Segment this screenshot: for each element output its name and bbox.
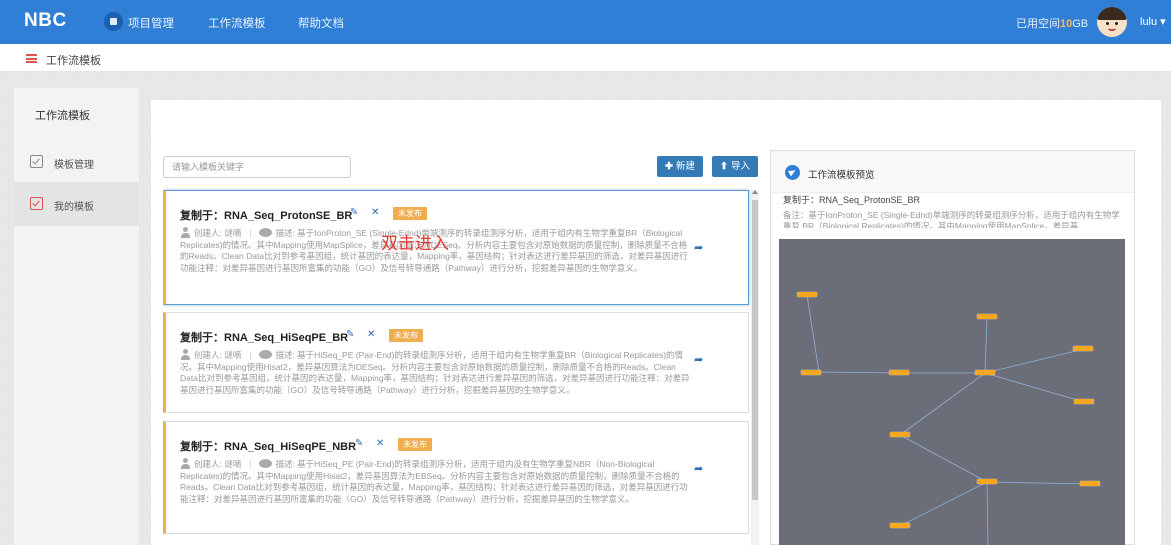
edit-icon[interactable]: ✎: [350, 207, 358, 218]
template-title: 复制于：RNA_Seq_HiSeqPE_BR: [180, 332, 349, 344]
sidebar-item-my-templates[interactable]: 我的模板: [14, 182, 139, 226]
template-description: 创建人: 谜嘀 | 描述: 基于HiSeq_PE (Pair-End)的转录组测序分…: [180, 458, 688, 504]
creator-label: 创建人: 谜嘀: [194, 459, 242, 469]
preview-title: 工作流模板预览: [808, 170, 875, 181]
user-avatar[interactable]: [1097, 7, 1127, 37]
template-card[interactable]: 复制于：RNA_Seq_HiSeqPE_NBR ✎ ✕ 未发布 创建人: 谜嘀 |…: [163, 421, 749, 534]
delete-icon[interactable]: ✕: [376, 438, 384, 449]
workflow-node[interactable]: [889, 370, 909, 375]
workflow-node[interactable]: [1074, 399, 1094, 404]
plus-icon: ✚: [665, 161, 673, 172]
storage-usage: 已用空间10GB: [1016, 18, 1089, 30]
template-card[interactable]: 复制于：RNA_Seq_ProtonSE_BR ✎ ✕ 未发布 创建人: 谜嘀 |…: [163, 190, 749, 305]
workflow-node[interactable]: [797, 292, 817, 297]
new-template-button[interactable]: ✚ 新建: [657, 156, 703, 177]
status-badge: 未发布: [393, 207, 427, 220]
sidebar-title: 工作流模板: [35, 110, 90, 122]
brand-logo[interactable]: NBC: [24, 10, 67, 32]
workflow-node[interactable]: [890, 523, 910, 528]
sidebar-item-label: 我的模板: [54, 202, 94, 213]
upload-icon: ⬆: [720, 161, 728, 172]
creator-label: 创建人: 谜嘀: [194, 350, 242, 360]
sidebar-item-template-management[interactable]: 模板管理: [14, 140, 139, 184]
edit-icon[interactable]: ✎: [355, 438, 363, 449]
comment-icon: [259, 350, 273, 359]
list-scrollbar[interactable]: [751, 190, 759, 545]
workflow-node[interactable]: [1080, 481, 1100, 486]
template-preview-panel: 工作流模板预览 复制于：RNA_Seq_ProtonSE_BR 备注：基于Ion…: [770, 150, 1135, 545]
share-icon[interactable]: ➦: [694, 353, 703, 366]
preview-note: 备注：基于IonProton_SE (Single-Ednd)单端测序的转录组测…: [783, 210, 1120, 228]
project-icon: [104, 12, 123, 31]
workflow-edges: [806, 294, 1091, 545]
description-text: 描述: 基于HiSeq_PE (Pair-End)的转录组测序分析，适用于组内没…: [180, 459, 688, 504]
status-badge: 未发布: [389, 329, 423, 342]
preview-copy-of: 复制于：RNA_Seq_ProtonSE_BR: [783, 195, 921, 205]
delete-icon[interactable]: ✕: [367, 329, 375, 340]
user-icon: [180, 458, 191, 469]
share-icon[interactable]: ➦: [694, 241, 703, 254]
workflow-node[interactable]: [977, 479, 997, 484]
template-title: 复制于：RNA_Seq_HiSeqPE_NBR: [180, 441, 357, 453]
workflow-node[interactable]: [890, 432, 910, 437]
workflow-node[interactable]: [975, 370, 995, 375]
delete-icon[interactable]: ✕: [371, 207, 379, 218]
share-icon[interactable]: ➦: [694, 462, 703, 475]
breadcrumb-current: 工作流模板: [46, 55, 101, 67]
template-card[interactable]: 复制于：RNA_Seq_HiSeqPE_BR ✎ ✕ 未发布 创建人: 谜嘀 | 描…: [163, 312, 749, 413]
workflow-node[interactable]: [801, 370, 821, 375]
checkbox-icon: [30, 155, 43, 168]
workflow-graph-canvas[interactable]: [779, 239, 1125, 545]
creator-label: 创建人: 谜嘀: [194, 228, 242, 238]
template-search-input[interactable]: [163, 156, 351, 178]
scroll-up-arrow-icon[interactable]: [752, 190, 758, 194]
user-icon: [180, 349, 191, 360]
double-click-hint: 双击进入: [381, 234, 449, 254]
import-button[interactable]: ⬆ 导入: [712, 156, 758, 177]
edit-icon[interactable]: ✎: [346, 329, 354, 340]
nav-help-docs[interactable]: 帮助文档: [298, 15, 344, 31]
list-icon: [26, 54, 37, 63]
checkbox-icon: [30, 197, 43, 210]
nav-project-management[interactable]: 项目管理: [128, 15, 174, 31]
nav-workflow-templates[interactable]: 工作流模板: [208, 15, 266, 31]
user-icon: [180, 227, 191, 238]
workflow-node[interactable]: [977, 314, 997, 319]
comment-icon: [259, 228, 273, 237]
workflow-node[interactable]: [1073, 346, 1093, 351]
comment-icon: [259, 459, 273, 468]
template-description: 创建人: 谜嘀 | 描述: 基于HiSeq_PE (Pair-End)的转录组测序分…: [180, 349, 690, 395]
template-title: 复制于：RNA_Seq_ProtonSE_BR: [180, 210, 353, 222]
template-list: 复制于：RNA_Seq_ProtonSE_BR ✎ ✕ 未发布 创建人: 谜嘀 |…: [163, 188, 763, 545]
status-badge: 未发布: [398, 438, 432, 451]
top-navbar: NBC 项目管理 工作流模板 帮助文档 已用空间10GB lulu ▾: [0, 0, 1171, 44]
send-icon: [785, 165, 800, 180]
preview-header: 工作流模板预览: [771, 151, 1134, 193]
description-text: 描述: 基于HiSeq_PE (Pair-End)的转录组测序分析，适用于组内有…: [180, 350, 690, 395]
scrollbar-thumb[interactable]: [752, 200, 758, 500]
main-panel: ✚新建 ⬆导入 复制于：RNA_Seq_ProtonSE_BR ✎ ✕ 未发布 …: [151, 100, 1161, 545]
sidebar: 工作流模板 模板管理 我的模板: [14, 88, 139, 545]
user-menu[interactable]: lulu ▾: [1140, 15, 1166, 28]
breadcrumb: 工作流模板: [0, 44, 1171, 72]
sidebar-item-label: 模板管理: [54, 160, 94, 171]
